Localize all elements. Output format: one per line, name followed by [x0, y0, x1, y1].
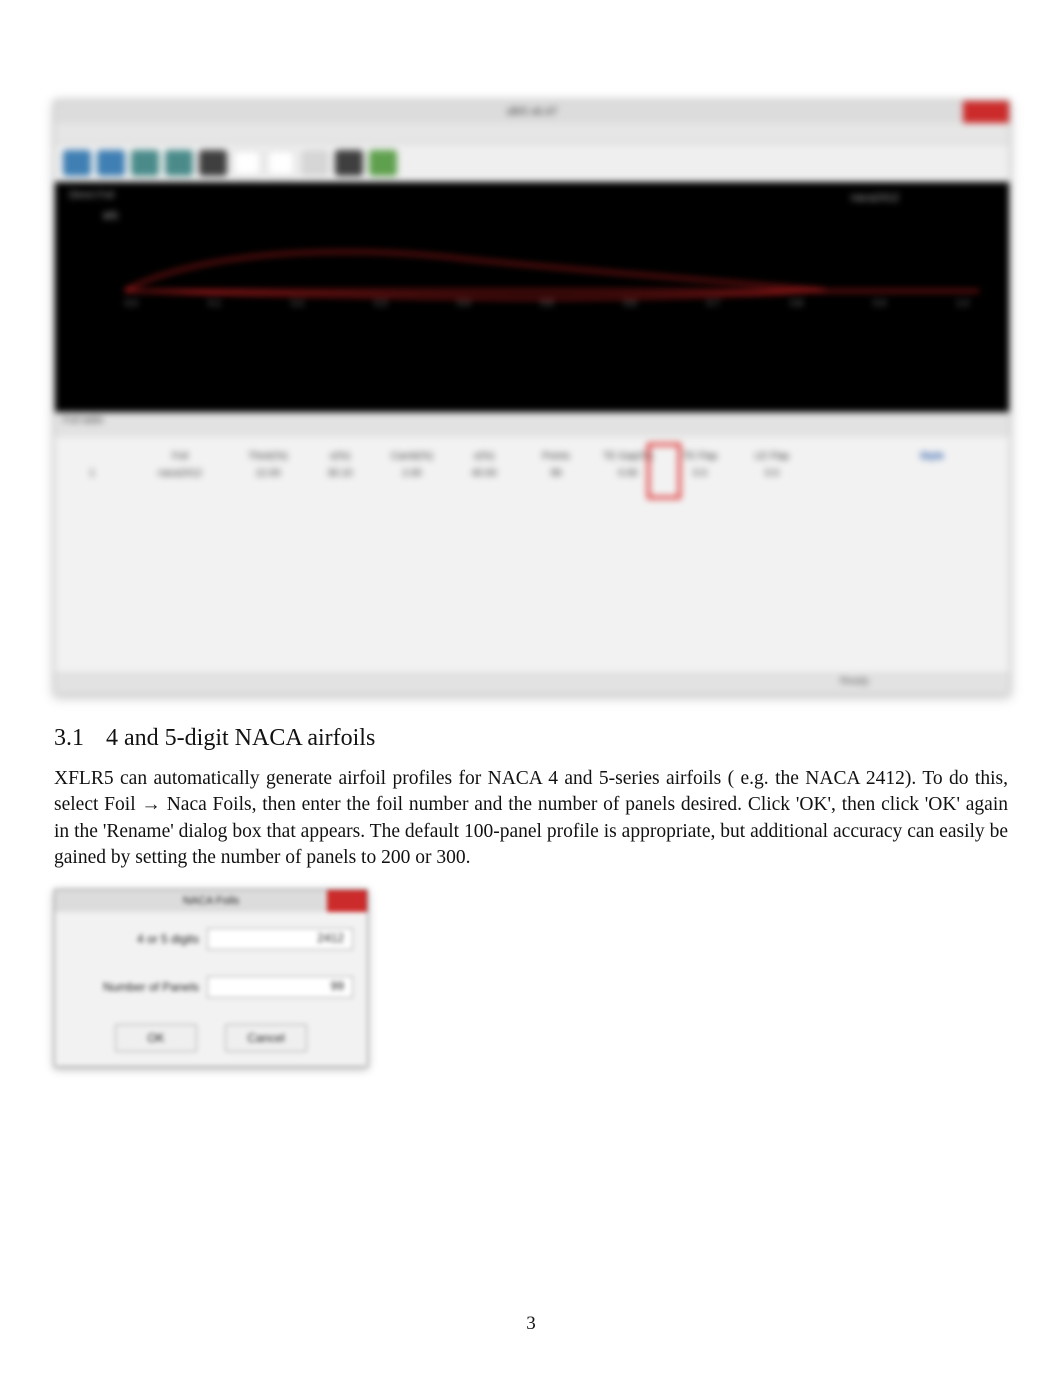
table-header-row: Foil Thick(%) x(%) Camb(%) x(%) Points T…	[63, 451, 1001, 462]
dialog-titlebar: NACA Foils	[55, 890, 367, 912]
foil-name-label: naca2412	[851, 192, 899, 204]
airfoil-plot-panel: Direct Foil x/c naca2412 0.0 0.1 0.2 0.3…	[55, 182, 1009, 412]
window-titlebar: xflr5 v6.47	[55, 101, 1009, 123]
col-header: Style	[887, 451, 977, 462]
toolbar-button[interactable]	[165, 150, 193, 176]
axis-label: x/c	[103, 208, 118, 222]
tick-label: 0.7	[707, 298, 720, 308]
window-title: xflr5 v6.47	[507, 106, 558, 118]
cell: 1	[63, 468, 121, 479]
toolbar-button[interactable]	[335, 150, 363, 176]
cell: 2.00	[383, 468, 441, 479]
cell: 99	[527, 468, 585, 479]
section-number: 3.1	[54, 725, 84, 751]
tick-label: 0.3	[374, 298, 387, 308]
cancel-button[interactable]: Cancel	[225, 1024, 307, 1052]
axis-line	[125, 290, 979, 292]
col-header: Points	[527, 451, 585, 462]
col-header: x(%)	[455, 451, 513, 462]
cell: 12.00	[239, 468, 297, 479]
tick-label: 0.8	[790, 298, 803, 308]
col-header: Camb(%)	[383, 451, 441, 462]
tick-label: 0.9	[873, 298, 886, 308]
field-row-digits: 4 or 5 digits 2412	[69, 928, 353, 950]
section-title: 4 and 5-digit NACA airfoils	[106, 725, 375, 751]
tick-label: 0.1	[208, 298, 221, 308]
section-heading: 3.1 4 and 5-digit NACA airfoils	[54, 725, 1008, 752]
table-section-label: Foil table	[55, 412, 1009, 437]
tick-label: 0.2	[291, 298, 304, 308]
toolbar	[55, 144, 1009, 182]
ok-button[interactable]: OK	[115, 1024, 197, 1052]
field-label: Number of Panels	[69, 980, 207, 994]
toolbar-button[interactable]	[267, 150, 295, 176]
panels-input[interactable]: 99	[207, 976, 353, 998]
naca-dialog-window: NACA Foils 4 or 5 digits 2412 Number of …	[54, 889, 368, 1067]
panel-corner-label: Direct Foil	[69, 190, 114, 201]
toolbar-button[interactable]	[63, 150, 91, 176]
cell: 40.00	[455, 468, 513, 479]
tick-label: 0.0	[125, 298, 138, 308]
table-row[interactable]: 1 naca2412 12.00 30.10 2.00 40.00 99 0.0…	[63, 468, 1001, 479]
digits-input[interactable]: 2412	[207, 928, 353, 950]
toolbar-button[interactable]	[301, 150, 329, 176]
close-icon[interactable]	[963, 101, 1009, 123]
annotation-highlight-box	[647, 443, 681, 499]
dialog-button-row: OK Cancel	[69, 1024, 353, 1052]
menubar[interactable]	[55, 123, 1009, 144]
status-text: Ready	[840, 676, 869, 687]
field-row-panels: Number of Panels 99	[69, 976, 353, 998]
cell: 30.10	[311, 468, 369, 479]
cell: naca2412	[135, 468, 225, 479]
tick-label: 0.4	[458, 298, 471, 308]
toolbar-button[interactable]	[233, 150, 261, 176]
tick-label: 0.5	[541, 298, 554, 308]
dialog-title: NACA Foils	[183, 895, 239, 907]
body-paragraph: XFLR5 can automatically generate airfoil…	[54, 766, 1008, 871]
cell: 0.0	[743, 468, 801, 479]
axis-ticks: 0.0 0.1 0.2 0.3 0.4 0.5 0.6 0.7 0.8 0.9 …	[125, 298, 969, 308]
toolbar-button[interactable]	[199, 150, 227, 176]
col-header: Foil	[135, 451, 225, 462]
status-bar: Ready	[55, 673, 1009, 694]
dialog-body: 4 or 5 digits 2412 Number of Panels 99 O…	[55, 912, 367, 1066]
tick-label: 1.0	[956, 298, 969, 308]
page-number: 3	[526, 1313, 536, 1335]
toolbar-button[interactable]	[369, 150, 397, 176]
foil-table-area: Foil Thick(%) x(%) Camb(%) x(%) Points T…	[55, 437, 1009, 673]
col-header: Thick(%)	[239, 451, 297, 462]
toolbar-button[interactable]	[97, 150, 125, 176]
close-icon[interactable]	[327, 890, 367, 912]
col-header: LE Flap	[743, 451, 801, 462]
app-window: xflr5 v6.47 Direct Foil x/c naca2412	[54, 100, 1010, 695]
field-label: 4 or 5 digits	[69, 932, 207, 946]
tick-label: 0.6	[624, 298, 637, 308]
col-header: x(%)	[311, 451, 369, 462]
airfoil-curve-icon	[125, 242, 825, 302]
toolbar-button[interactable]	[131, 150, 159, 176]
